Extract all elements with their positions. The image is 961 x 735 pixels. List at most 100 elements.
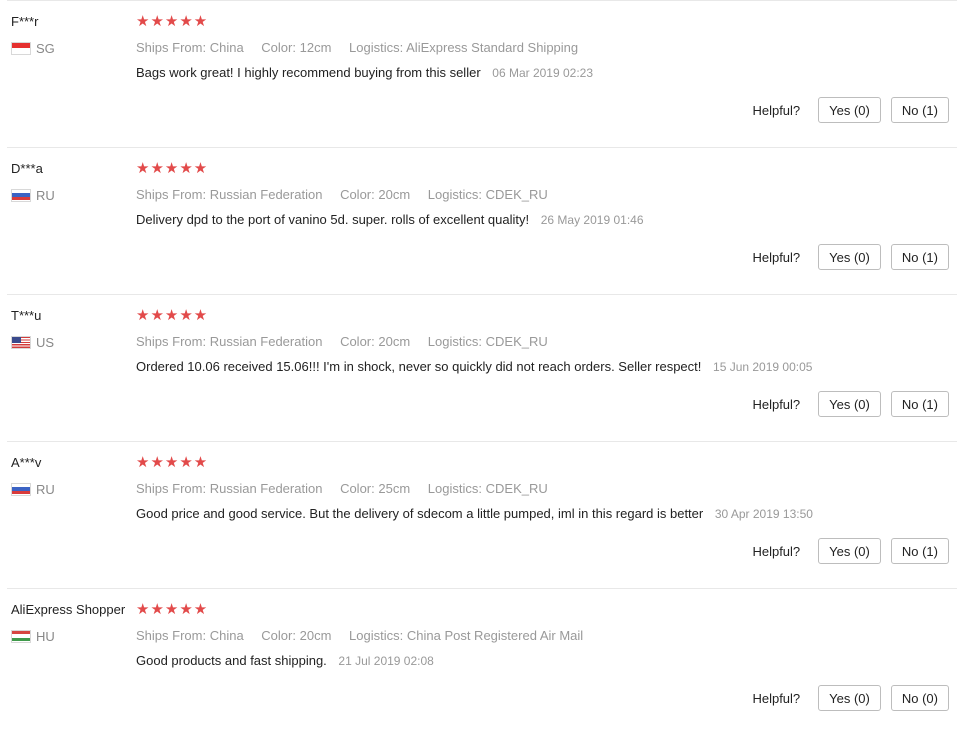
reviewer-name: D***a [11,161,43,176]
country-code: US [36,334,55,350]
helpful-votes: Helpful? Yes (0) No (1) [752,97,949,123]
color-value: 12cm [299,40,332,55]
logistics-label: Logistics: [349,628,404,643]
star-rating: ★★★★★ [136,601,209,618]
reviewer-country: SG [11,40,55,56]
ships-from-label: Ships From: [136,481,207,496]
helpful-yes-button[interactable]: Yes (0) [818,244,881,270]
divider [7,0,957,1]
order-info: Ships From: Russian Federation Color: 20… [136,187,562,202]
review-text: Delivery dpd to the port of vanino 5d. s… [136,212,644,227]
logistics-label: Logistics: [427,334,482,349]
helpful-no-button[interactable]: No (1) [890,244,949,270]
helpful-yes-button[interactable]: Yes (0) [818,538,881,564]
reviewer-country: US [11,334,54,350]
reviewer-name: T***u [11,308,42,323]
singapore-flag-icon [11,41,31,55]
helpful-votes: Helpful? Yes (0) No (1) [752,244,949,270]
review-date: 15 Jun 2019 00:05 [713,360,813,374]
logistics-value: China Post Registered Air Mail [406,628,584,643]
review-date: 21 Jul 2019 02:08 [338,654,434,668]
star-rating: ★★★★★ [136,454,209,471]
russia-flag-icon [11,188,31,202]
color-label: Color: [340,481,375,496]
review-text: Good price and good service. But the del… [136,506,813,521]
color-value: 25cm [378,481,411,496]
reviewer-country: RU [11,187,55,203]
helpful-label: Helpful? [752,690,801,706]
review-date: 26 May 2019 01:46 [540,213,644,227]
country-code: RU [36,481,55,497]
helpful-label: Helpful? [752,396,801,412]
ships-from-value: China [209,628,244,643]
star-rating: ★★★★★ [136,307,209,324]
review-date: 30 Apr 2019 13:50 [714,507,813,521]
logistics-label: Logistics: [427,481,482,496]
country-code: HU [36,628,55,644]
review-item: A***v RU ★★★★★ Ships From: Russian Feder… [0,441,957,588]
review-item: T***u US ★★★★★ Ships From: Russian Feder… [0,294,957,441]
logistics-value: CDEK_RU [485,334,548,349]
review-body: Good products and fast shipping. [136,653,327,668]
ships-from-value: Russian Federation [209,187,323,202]
helpful-votes: Helpful? Yes (0) No (0) [752,685,949,711]
usa-flag-icon [11,335,31,349]
helpful-no-button[interactable]: No (1) [890,97,949,123]
country-code: SG [36,40,55,56]
ships-from-label: Ships From: [136,40,207,55]
logistics-label: Logistics: [349,40,404,55]
review-text: Bags work great! I highly recommend buyi… [136,65,593,80]
helpful-votes: Helpful? Yes (0) No (1) [752,538,949,564]
review-text: Ordered 10.06 received 15.06!!! I'm in s… [136,359,812,374]
color-label: Color: [261,40,296,55]
color-label: Color: [340,187,375,202]
divider [7,441,957,442]
color-label: Color: [261,628,296,643]
reviewer-country: RU [11,481,55,497]
review-item: F***r SG ★★★★★ Ships From: China Color: … [0,0,957,147]
helpful-yes-button[interactable]: Yes (0) [818,391,881,417]
ships-from-label: Ships From: [136,628,207,643]
helpful-label: Helpful? [752,543,801,559]
review-body: Bags work great! I highly recommend buyi… [136,65,481,80]
logistics-value: CDEK_RU [485,187,548,202]
order-info: Ships From: Russian Federation Color: 20… [136,334,562,349]
order-info: Ships From: China Color: 20cm Logistics:… [136,628,597,643]
ships-from-value: Russian Federation [209,481,323,496]
divider [7,147,957,148]
ships-from-label: Ships From: [136,334,207,349]
review-text: Good products and fast shipping. 21 Jul … [136,653,434,668]
review-body: Ordered 10.06 received 15.06!!! I'm in s… [136,359,702,374]
helpful-yes-button[interactable]: Yes (0) [818,97,881,123]
color-label: Color: [340,334,375,349]
logistics-label: Logistics: [427,187,482,202]
reviewer-name: A***v [11,455,42,470]
ships-from-value: China [209,40,244,55]
helpful-no-button[interactable]: No (0) [890,685,949,711]
russia-flag-icon [11,482,31,496]
hungary-flag-icon [11,629,31,643]
helpful-label: Helpful? [752,102,801,118]
color-value: 20cm [299,628,332,643]
star-rating: ★★★★★ [136,13,209,30]
helpful-yes-button[interactable]: Yes (0) [818,685,881,711]
logistics-value: AliExpress Standard Shipping [406,40,579,55]
review-item: D***a RU ★★★★★ Ships From: Russian Feder… [0,147,957,294]
reviewer-name: F***r [11,14,39,29]
reviewer-name: AliExpress Shopper [11,602,126,617]
logistics-value: CDEK_RU [485,481,548,496]
ships-from-label: Ships From: [136,187,207,202]
helpful-no-button[interactable]: No (1) [890,391,949,417]
review-date: 06 Mar 2019 02:23 [492,66,594,80]
country-code: RU [36,187,55,203]
review-body: Good price and good service. But the del… [136,506,704,521]
divider [7,588,957,589]
review-list: F***r SG ★★★★★ Ships From: China Color: … [0,0,961,733]
ships-from-value: Russian Federation [209,334,323,349]
color-value: 20cm [378,187,411,202]
helpful-votes: Helpful? Yes (0) No (1) [752,391,949,417]
reviewer-country: HU [11,628,55,644]
divider [7,294,957,295]
helpful-no-button[interactable]: No (1) [890,538,949,564]
helpful-label: Helpful? [752,249,801,265]
